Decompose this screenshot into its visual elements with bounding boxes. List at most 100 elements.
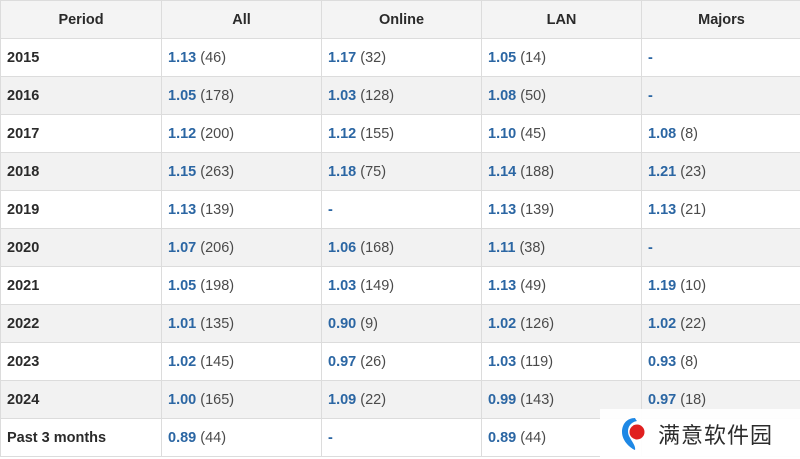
rating-value[interactable]: - xyxy=(648,88,653,104)
rating-value[interactable]: 1.15 xyxy=(168,164,196,180)
rating-value[interactable]: - xyxy=(328,202,333,218)
lan-cell: 1.08 (50) xyxy=(481,76,642,115)
match-count: (49) xyxy=(520,277,547,294)
table-row: 2020 1.07 (206) 1.06 (168) 1.11 (38) - xyxy=(0,228,800,267)
rating-value[interactable]: 1.05 xyxy=(168,88,196,104)
table-row: 2021 1.05 (198) 1.03 (149) 1.13 (49) 1.19 (1… xyxy=(0,266,800,305)
match-count: (44) xyxy=(520,429,547,446)
rating-value[interactable]: 0.89 xyxy=(488,430,516,446)
match-count: (119) xyxy=(520,353,554,370)
column-header-all[interactable]: All xyxy=(161,0,322,39)
rating-value[interactable]: 1.06 xyxy=(328,240,356,256)
online-cell: 0.90 (9) xyxy=(321,304,482,343)
rating-value[interactable]: 0.97 xyxy=(328,354,356,370)
match-count: (23) xyxy=(680,163,707,180)
match-count: (75) xyxy=(360,163,387,180)
majors-cell: - xyxy=(641,228,800,267)
rating-value[interactable]: 1.03 xyxy=(328,278,356,294)
rating-value[interactable]: 1.12 xyxy=(168,126,196,142)
table-body: 2015 1.13 (46) 1.17 (32) 1.05 (14) - 2016 1.0… xyxy=(0,38,800,457)
lan-cell: 1.13 (49) xyxy=(481,266,642,305)
match-count: (155) xyxy=(360,125,395,142)
column-header-majors[interactable]: Majors xyxy=(641,0,800,39)
rating-value[interactable]: 1.08 xyxy=(488,88,516,104)
rating-value[interactable]: 1.03 xyxy=(328,88,356,104)
all-cell: 1.01 (135) xyxy=(161,304,322,343)
table-row: 2018 1.15 (263) 1.18 (75) 1.14 (188) 1.21 (2… xyxy=(0,152,800,191)
watermark-logo-icon xyxy=(620,416,650,452)
table-row: 2019 1.13 (139) - 1.13 (139) 1.13 (21) xyxy=(0,190,800,229)
rating-value[interactable]: 1.08 xyxy=(648,126,676,142)
lan-cell: 1.03 (119) xyxy=(481,342,642,381)
match-count: (145) xyxy=(200,353,235,370)
rating-value[interactable]: 1.19 xyxy=(648,278,676,294)
all-cell: 1.05 (178) xyxy=(161,76,322,115)
rating-value[interactable]: 1.13 xyxy=(168,202,196,218)
rating-value[interactable]: 1.17 xyxy=(328,50,356,66)
rating-value[interactable]: - xyxy=(648,50,653,66)
match-count: (139) xyxy=(520,201,555,218)
rating-value[interactable]: 0.90 xyxy=(328,316,356,332)
rating-value[interactable]: 1.00 xyxy=(168,392,196,408)
all-cell: 0.89 (44) xyxy=(161,418,322,457)
all-cell: 1.13 (46) xyxy=(161,38,322,77)
online-cell: 1.18 (75) xyxy=(321,152,482,191)
match-count: (206) xyxy=(200,239,235,256)
rating-value[interactable]: 1.18 xyxy=(328,164,356,180)
match-count: (139) xyxy=(200,201,235,218)
period-cell: 2022 xyxy=(0,304,162,343)
rating-value[interactable]: 1.09 xyxy=(328,392,356,408)
rating-value[interactable]: 1.07 xyxy=(168,240,196,256)
rating-value[interactable]: - xyxy=(648,240,653,256)
rating-value[interactable]: 0.89 xyxy=(168,430,196,446)
online-cell: 1.12 (155) xyxy=(321,114,482,153)
online-cell: 1.17 (32) xyxy=(321,38,482,77)
rating-value[interactable]: 1.10 xyxy=(488,126,516,142)
match-count: (14) xyxy=(520,49,547,66)
rating-value[interactable]: 1.21 xyxy=(648,164,676,180)
rating-value[interactable]: 1.13 xyxy=(488,278,516,294)
match-count: (46) xyxy=(200,49,227,66)
table-row: 2022 1.01 (135) 0.90 (9) 1.02 (126) 1.02 (22… xyxy=(0,304,800,343)
rating-value[interactable]: 1.13 xyxy=(168,50,196,66)
rating-value[interactable]: 1.11 xyxy=(488,240,515,256)
majors-cell: 1.02 (22) xyxy=(641,304,800,343)
rating-value[interactable]: 1.03 xyxy=(488,354,516,370)
rating-value[interactable]: 1.12 xyxy=(328,126,356,142)
majors-cell: - xyxy=(641,76,800,115)
column-header-online[interactable]: Online xyxy=(321,0,482,39)
match-count: (22) xyxy=(680,315,707,332)
table-row: 2017 1.12 (200) 1.12 (155) 1.10 (45) 1.08 (8… xyxy=(0,114,800,153)
rating-value[interactable]: 0.97 xyxy=(648,392,676,408)
period-cell: Past 3 months xyxy=(0,418,162,457)
rating-value[interactable]: 1.05 xyxy=(168,278,196,294)
period-cell: 2020 xyxy=(0,228,162,267)
match-count: (143) xyxy=(520,391,555,408)
majors-cell: 1.19 (10) xyxy=(641,266,800,305)
column-header-period[interactable]: Period xyxy=(0,0,162,39)
all-cell: 1.12 (200) xyxy=(161,114,322,153)
rating-value[interactable]: 1.13 xyxy=(648,202,676,218)
table-row: 2016 1.05 (178) 1.03 (128) 1.08 (50) - xyxy=(0,76,800,115)
rating-value[interactable]: - xyxy=(328,430,333,446)
rating-value[interactable]: 1.02 xyxy=(168,354,196,370)
rating-value[interactable]: 0.99 xyxy=(488,392,516,408)
rating-value[interactable]: 1.02 xyxy=(648,316,676,332)
lan-cell: 1.14 (188) xyxy=(481,152,642,191)
match-count: (263) xyxy=(200,163,235,180)
rating-value[interactable]: 1.13 xyxy=(488,202,516,218)
match-count: (50) xyxy=(520,87,547,104)
online-cell: 0.97 (26) xyxy=(321,342,482,381)
rating-value[interactable]: 1.01 xyxy=(168,316,196,332)
rating-value[interactable]: 0.93 xyxy=(648,354,676,370)
rating-value[interactable]: 1.14 xyxy=(488,164,516,180)
rating-value[interactable]: 1.02 xyxy=(488,316,516,332)
lan-cell: 1.11 (38) xyxy=(481,228,642,267)
majors-cell: 1.13 (21) xyxy=(641,190,800,229)
rating-value[interactable]: 1.05 xyxy=(488,50,516,66)
table-header: Period All Online LAN Majors xyxy=(0,0,800,39)
online-cell: 1.09 (22) xyxy=(321,380,482,419)
column-header-lan[interactable]: LAN xyxy=(481,0,642,39)
period-cell: 2015 xyxy=(0,38,162,77)
match-count: (8) xyxy=(680,353,698,370)
